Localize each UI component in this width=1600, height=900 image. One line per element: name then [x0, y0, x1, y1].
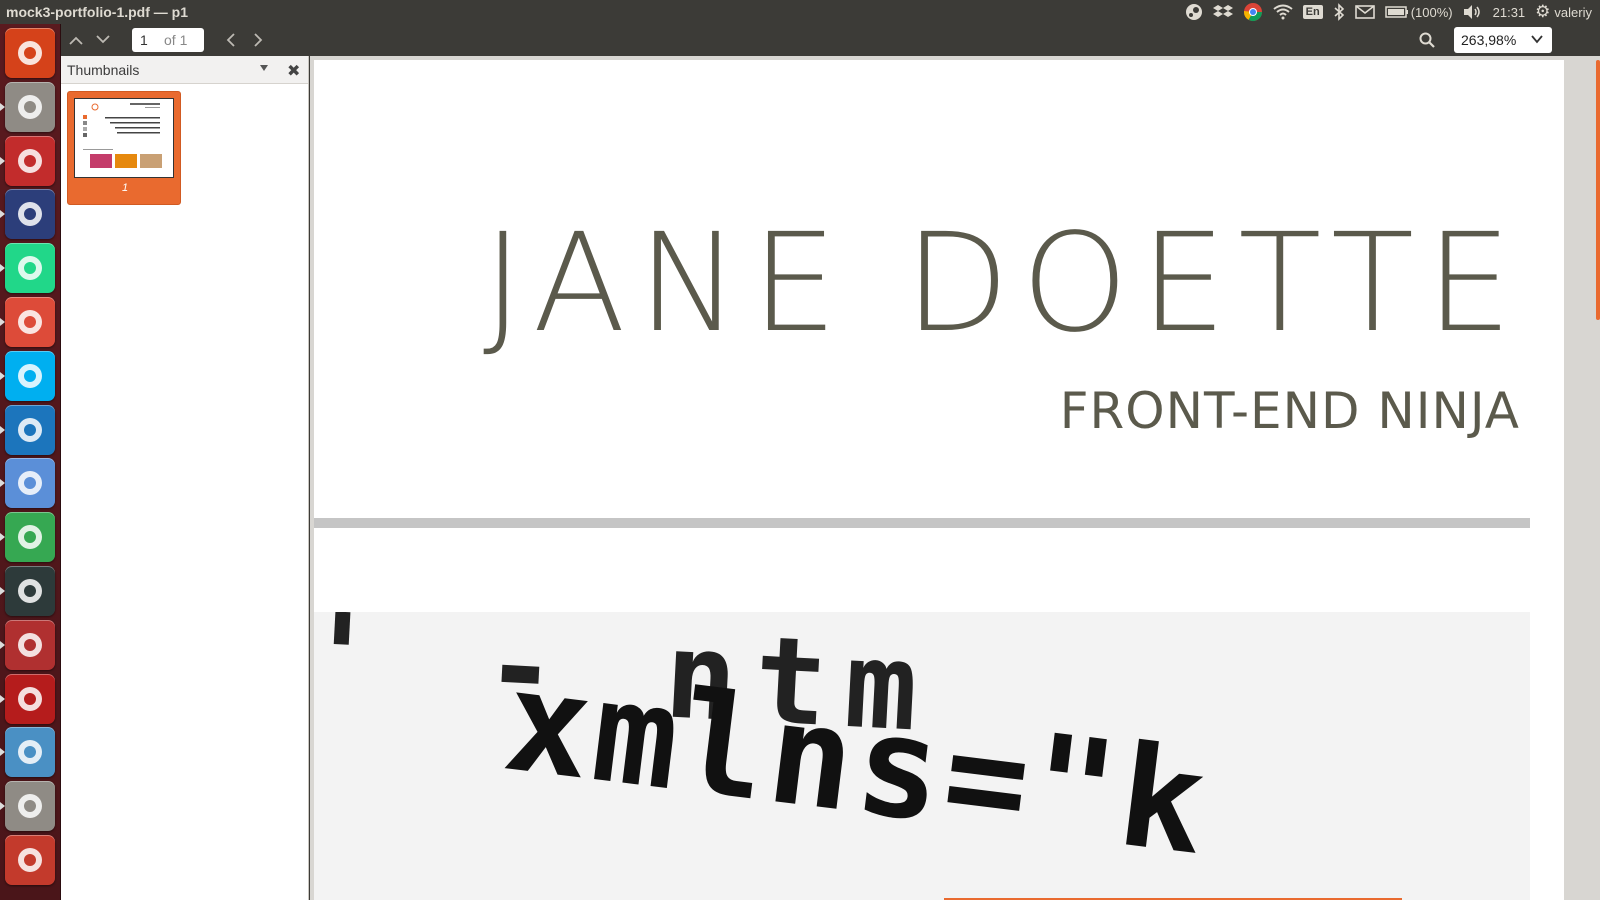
running-indicator — [0, 587, 5, 595]
code-background-image: ' - ntm xmlns="k — [314, 612, 1530, 900]
job-title: FRONT-END NINJA — [1059, 382, 1520, 440]
chevron-up-icon — [69, 36, 83, 45]
indicator-area: En (100%) 21:31 ⚙ valeriy — [1180, 0, 1600, 24]
chevron-down-icon — [1531, 35, 1543, 44]
pdf-page: JANE DOETTE FRONT-END NINJA ' - ntm xmln… — [314, 60, 1564, 900]
thumbnail-page-1[interactable]: 1 — [67, 91, 181, 205]
dropdown-triangle-icon[interactable] — [260, 65, 268, 71]
system-monitor-launcher[interactable] — [5, 566, 55, 616]
chrome-tray-icon[interactable] — [1238, 0, 1268, 24]
thumbnail-preview — [74, 98, 174, 178]
battery-icon — [1384, 6, 1408, 18]
mysql-workbench-icon — [18, 740, 42, 765]
fire-app-launcher[interactable] — [5, 673, 55, 724]
chevron-right-icon — [254, 33, 263, 47]
pycharm-icon — [18, 256, 42, 281]
gear-icon: ⚙ — [1535, 2, 1551, 21]
zoom-select[interactable]: 263,98% — [1454, 27, 1552, 53]
skype-icon — [18, 363, 42, 388]
name-heading: JANE DOETTE — [482, 205, 1524, 363]
skype-launcher[interactable] — [5, 350, 55, 401]
thumbnail-image — [75, 99, 173, 177]
page-number-field[interactable]: 1 of 1 — [132, 28, 204, 52]
network-app-icon — [18, 525, 42, 550]
zoom-value: 263,98% — [1461, 32, 1517, 48]
fire-app-icon — [18, 686, 42, 711]
running-indicator — [0, 533, 5, 542]
close-sidebar-button[interactable]: ✖ — [287, 61, 300, 81]
document-viewer-launcher[interactable] — [5, 835, 55, 885]
running-indicator — [0, 102, 5, 111]
chevron-left-icon — [226, 33, 235, 47]
network-app-launcher[interactable] — [5, 512, 55, 563]
wifi-icon[interactable] — [1268, 0, 1298, 24]
history-back-button[interactable] — [218, 27, 244, 53]
files-icon — [18, 94, 42, 119]
scrollbar-thumb[interactable] — [1596, 60, 1600, 320]
page-total-label: of 1 — [164, 32, 188, 48]
toolbar: 1 of 1 263,98% — [61, 24, 1600, 56]
bluetooth-icon[interactable] — [1328, 0, 1350, 24]
system-settings-icon — [18, 148, 42, 173]
running-indicator — [0, 748, 5, 757]
steam-icon[interactable] — [1180, 0, 1208, 24]
battery-indicator[interactable]: (100%) — [1380, 0, 1458, 24]
ubuntu-dash-launcher[interactable] — [5, 28, 55, 78]
text-editor-launcher[interactable] — [5, 781, 55, 832]
document-viewer-icon — [18, 848, 42, 872]
window-title: mock3-portfolio-1.pdf — p1 — [6, 4, 188, 20]
files-launcher[interactable] — [5, 81, 55, 132]
thumbnail-label: 1 — [121, 182, 129, 194]
history-forward-button[interactable] — [245, 27, 271, 53]
top-panel: mock3-portfolio-1.pdf — p1 En (100%) 21:… — [0, 0, 1600, 24]
session-menu[interactable]: ⚙ valeriy — [1530, 0, 1600, 24]
chrome-launcher[interactable] — [5, 297, 55, 347]
vertical-scrollbar[interactable] — [1596, 56, 1600, 900]
battery-text: (100%) — [1410, 4, 1453, 20]
running-indicator — [0, 156, 5, 165]
running-indicator — [0, 425, 5, 434]
volume-icon[interactable] — [1458, 0, 1488, 24]
chrome-icon — [18, 310, 42, 334]
keyboard-layout-indicator[interactable]: En — [1298, 0, 1328, 24]
running-indicator — [0, 640, 5, 649]
running-indicator — [0, 264, 5, 273]
pycharm-launcher[interactable] — [5, 243, 55, 294]
system-monitor-icon — [18, 579, 42, 603]
cloud-storage-launcher[interactable] — [5, 404, 55, 455]
system-settings-launcher[interactable] — [5, 135, 55, 186]
password-manager-icon — [18, 202, 42, 227]
sidebar: Thumbnails ✖ 1 — [61, 56, 309, 900]
running-indicator — [0, 210, 5, 219]
page-current-input[interactable]: 1 — [132, 32, 164, 48]
page-divider — [314, 518, 1530, 528]
previous-page-button[interactable] — [63, 27, 89, 53]
user-name: valeriy — [1554, 4, 1592, 20]
running-indicator — [0, 479, 5, 488]
tools-icon — [18, 632, 42, 657]
password-manager-launcher[interactable] — [5, 189, 55, 240]
next-page-button[interactable] — [90, 27, 116, 53]
running-indicator — [0, 318, 5, 326]
text-editor-icon — [18, 794, 42, 819]
tools-launcher[interactable] — [5, 619, 55, 670]
chromium-icon — [18, 471, 42, 496]
find-button[interactable] — [1414, 27, 1440, 53]
launcher — [0, 24, 61, 900]
chromium-launcher[interactable] — [5, 458, 55, 509]
chevron-down-icon — [96, 35, 110, 44]
running-indicator — [0, 694, 5, 703]
running-indicator — [0, 802, 5, 811]
mail-icon[interactable] — [1350, 0, 1380, 24]
sidebar-title[interactable]: Thumbnails — [67, 62, 139, 78]
running-indicator — [0, 371, 5, 380]
dropbox-icon[interactable] — [1208, 0, 1238, 24]
clock[interactable]: 21:31 — [1488, 0, 1531, 24]
mysql-workbench-launcher[interactable] — [5, 727, 55, 778]
document-view[interactable]: JANE DOETTE FRONT-END NINJA ' - ntm xmln… — [310, 56, 1600, 900]
ubuntu-dash-icon — [18, 41, 42, 65]
sidebar-header: Thumbnails ✖ — [61, 56, 308, 84]
search-icon — [1419, 32, 1435, 48]
cloud-storage-icon — [18, 417, 42, 442]
